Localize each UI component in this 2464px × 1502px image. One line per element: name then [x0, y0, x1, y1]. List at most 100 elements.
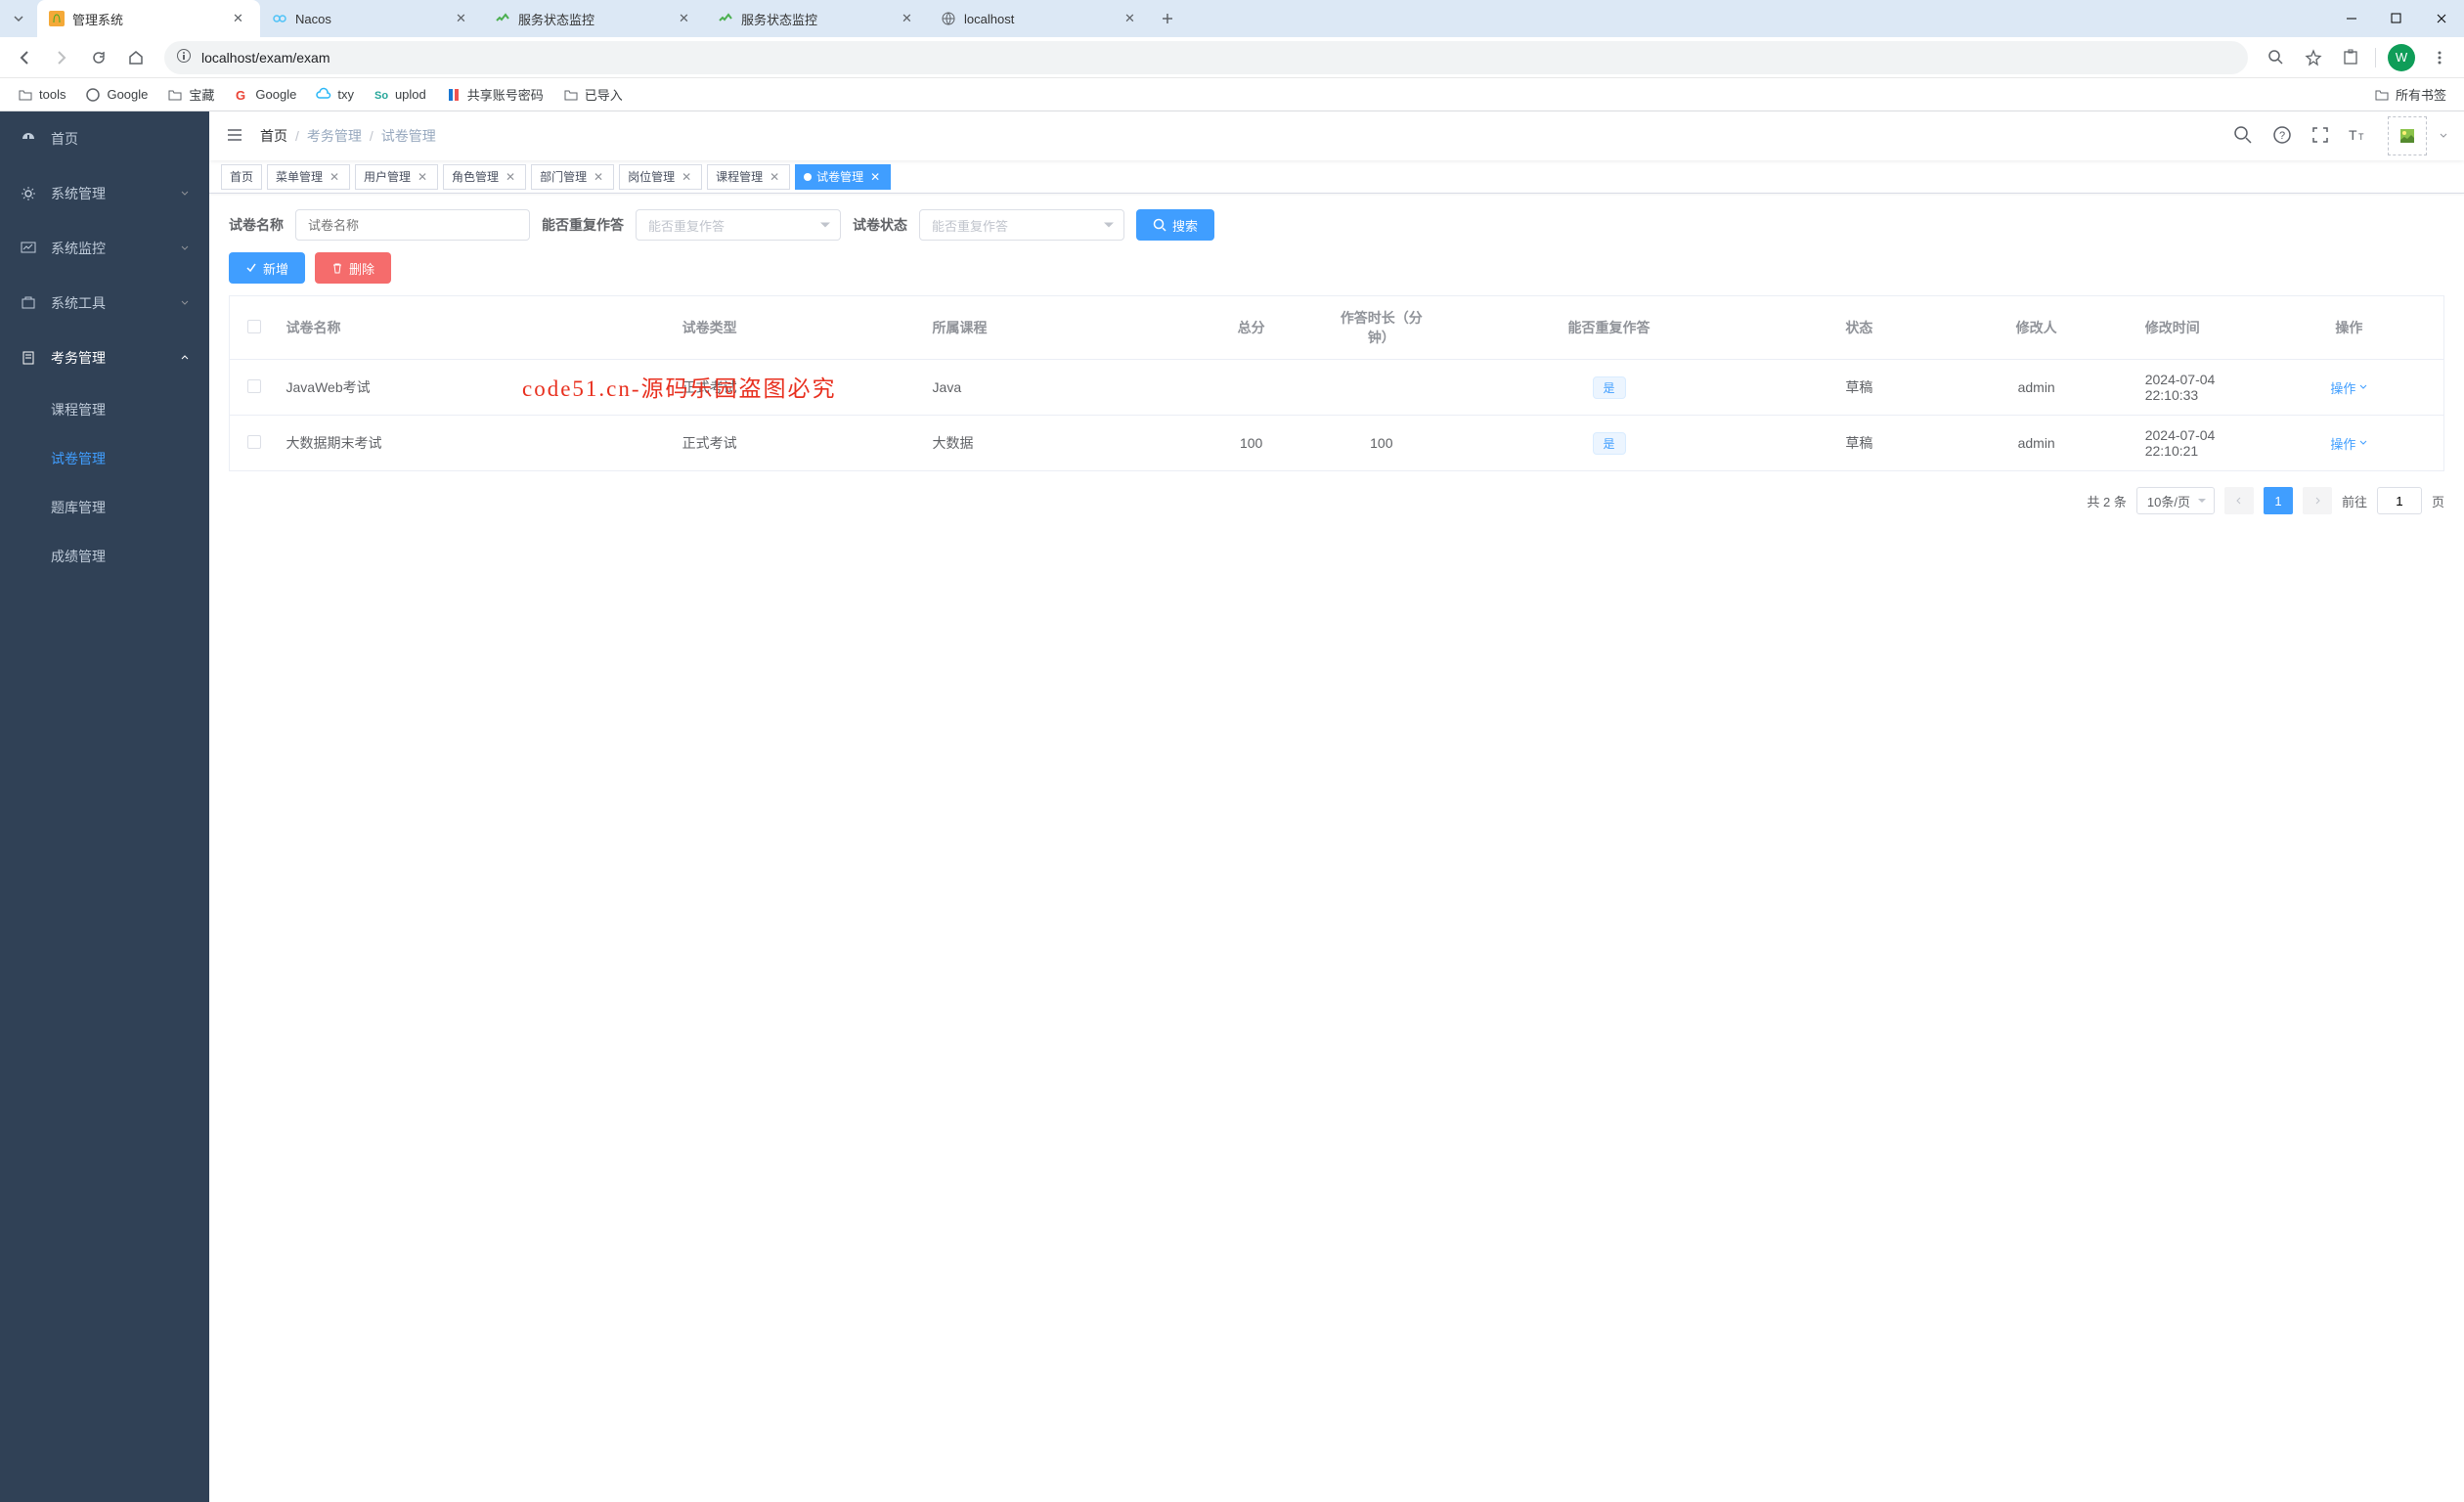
help-icon[interactable]: ? — [2272, 125, 2292, 148]
table-header-row: 试卷名称 试卷类型 所属课程 总分 作答时长（分钟） 能否重复作答 状态 修改人… — [230, 296, 2444, 360]
search-button[interactable]: 搜索 — [1136, 209, 1214, 241]
sidebar: 首页 系统管理 系统监控 系统工具 考务管理 课程管理 试卷管理 题库管理 成绩… — [0, 111, 209, 1502]
row-action-dropdown[interactable]: 操作 — [2330, 434, 2367, 453]
repeat-select[interactable]: 能否重复作答 — [636, 209, 841, 241]
tag-home[interactable]: 首页 — [221, 164, 262, 190]
paper-name-input[interactable] — [295, 209, 530, 241]
bookmark-uplod[interactable]: Souplod — [366, 83, 434, 107]
extensions-icon[interactable] — [2334, 41, 2367, 74]
close-icon[interactable]: ✕ — [680, 170, 693, 184]
submenu-score[interactable]: 成绩管理 — [0, 532, 209, 581]
breadcrumb-mid[interactable]: 考务管理 — [307, 126, 362, 146]
close-icon[interactable]: ✕ — [1124, 11, 1140, 26]
row-action-dropdown[interactable]: 操作 — [2330, 378, 2367, 397]
forward-button[interactable] — [45, 41, 78, 74]
prev-page-button[interactable] — [2224, 487, 2254, 514]
bookmark-google2[interactable]: GGoogle — [226, 83, 304, 107]
caret-down-icon[interactable] — [2439, 128, 2448, 144]
tag-course[interactable]: 课程管理✕ — [707, 164, 790, 190]
chevron-up-icon — [180, 350, 190, 366]
fullscreen-icon[interactable] — [2311, 126, 2329, 147]
app-root: 首页 系统管理 系统监控 系统工具 考务管理 课程管理 试卷管理 题库管理 成绩… — [0, 111, 2464, 1502]
sidebar-item-home[interactable]: 首页 — [0, 111, 209, 166]
tag-post[interactable]: 岗位管理✕ — [619, 164, 702, 190]
menu-icon[interactable] — [2423, 41, 2456, 74]
cell-editor: admin — [1936, 416, 2137, 471]
site-info-icon[interactable] — [176, 48, 192, 66]
divider — [2375, 48, 2376, 67]
bookmark-google[interactable]: Google — [77, 83, 155, 107]
back-button[interactable] — [8, 41, 41, 74]
delete-button[interactable]: 删除 — [315, 252, 391, 284]
bookmark-baozang[interactable]: 宝藏 — [159, 81, 222, 108]
col-name: 试卷名称 — [279, 296, 675, 360]
submenu-question[interactable]: 题库管理 — [0, 483, 209, 532]
close-icon[interactable]: ✕ — [902, 11, 917, 26]
new-tab-button[interactable] — [1152, 0, 1183, 37]
home-button[interactable] — [119, 41, 153, 74]
tag-paper[interactable]: 试卷管理✕ — [795, 164, 891, 190]
select-all-checkbox[interactable] — [247, 320, 261, 333]
browser-tab-1[interactable]: Nacos ✕ — [260, 0, 483, 37]
breadcrumb: 首页 / 考务管理 / 试卷管理 — [260, 126, 436, 146]
sidebar-item-systool[interactable]: 系统工具 — [0, 276, 209, 331]
breadcrumb-home[interactable]: 首页 — [260, 126, 287, 146]
bookmark-txy[interactable]: txy — [308, 83, 362, 107]
goto-page-input[interactable] — [2377, 487, 2422, 514]
tag-menu[interactable]: 菜单管理✕ — [267, 164, 350, 190]
table-row: JavaWeb考试 正式考试 Java 是 草稿 admin 2024-07-0… — [230, 360, 2444, 416]
address-bar[interactable]: localhost/exam/exam — [164, 41, 2248, 74]
page-size-select[interactable]: 10条/页 — [2136, 487, 2215, 514]
browser-tab-2[interactable]: 服务状态监控 ✕ — [483, 0, 706, 37]
close-icon[interactable]: ✕ — [768, 170, 781, 184]
submenu-paper[interactable]: 试卷管理 — [0, 434, 209, 483]
status-select[interactable]: 能否重复作答 — [919, 209, 1124, 241]
browser-tab-3[interactable]: 服务状态监控 ✕ — [706, 0, 929, 37]
bookmark-import[interactable]: 已导入 — [555, 81, 631, 108]
minimize-button[interactable] — [2329, 0, 2374, 37]
maximize-button[interactable] — [2374, 0, 2419, 37]
tag-user[interactable]: 用户管理✕ — [355, 164, 438, 190]
page-1-button[interactable]: 1 — [2264, 487, 2293, 514]
sidebar-label: 系统监控 — [51, 239, 166, 258]
sidebar-item-exam[interactable]: 考务管理 — [0, 331, 209, 385]
tag-role[interactable]: 角色管理✕ — [443, 164, 526, 190]
close-icon[interactable]: ✕ — [456, 11, 471, 26]
add-button[interactable]: 新增 — [229, 252, 305, 284]
browser-tab-4[interactable]: localhost ✕ — [929, 0, 1152, 37]
tab-title: localhost — [964, 12, 1117, 26]
bookmark-tools[interactable]: tools — [10, 83, 73, 107]
close-icon[interactable]: ✕ — [328, 170, 341, 184]
sidebar-item-sysmon[interactable]: 系统监控 — [0, 221, 209, 276]
reload-button[interactable] — [82, 41, 115, 74]
profile-avatar[interactable]: W — [2388, 44, 2415, 71]
sidebar-item-sysmgmt[interactable]: 系统管理 — [0, 166, 209, 221]
search-page-icon[interactable] — [2260, 41, 2293, 74]
tool-icon — [20, 295, 37, 311]
main-area: 首页 / 考务管理 / 试卷管理 ? TT 首页 菜单管理✕ 用户管理✕ 角色管… — [209, 111, 2464, 1502]
tag-dept[interactable]: 部门管理✕ — [531, 164, 614, 190]
close-icon[interactable]: ✕ — [504, 170, 517, 184]
all-bookmarks[interactable]: 所有书签 — [2366, 81, 2454, 108]
hamburger-icon[interactable] — [225, 125, 244, 148]
close-window-button[interactable] — [2419, 0, 2464, 37]
bookmark-star-icon[interactable] — [2297, 41, 2330, 74]
close-icon[interactable]: ✕ — [868, 170, 882, 184]
next-page-button[interactable] — [2303, 487, 2332, 514]
sidebar-label: 考务管理 — [51, 348, 166, 368]
bookmark-share[interactable]: 共享账号密码 — [438, 81, 551, 108]
close-icon[interactable]: ✕ — [416, 170, 429, 184]
tab-search-dropdown[interactable] — [0, 0, 37, 37]
sidebar-label: 首页 — [51, 129, 190, 149]
row-checkbox[interactable] — [247, 435, 261, 449]
user-avatar[interactable] — [2388, 116, 2427, 155]
font-size-icon[interactable]: TT — [2349, 125, 2368, 148]
submenu-course[interactable]: 课程管理 — [0, 385, 209, 434]
close-icon[interactable]: ✕ — [233, 11, 248, 26]
browser-tab-0[interactable]: 管理系统 ✕ — [37, 0, 260, 37]
close-icon[interactable]: ✕ — [592, 170, 605, 184]
search-icon[interactable] — [2233, 125, 2253, 148]
tab-title: Nacos — [295, 12, 448, 26]
close-icon[interactable]: ✕ — [679, 11, 694, 26]
row-checkbox[interactable] — [247, 379, 261, 393]
